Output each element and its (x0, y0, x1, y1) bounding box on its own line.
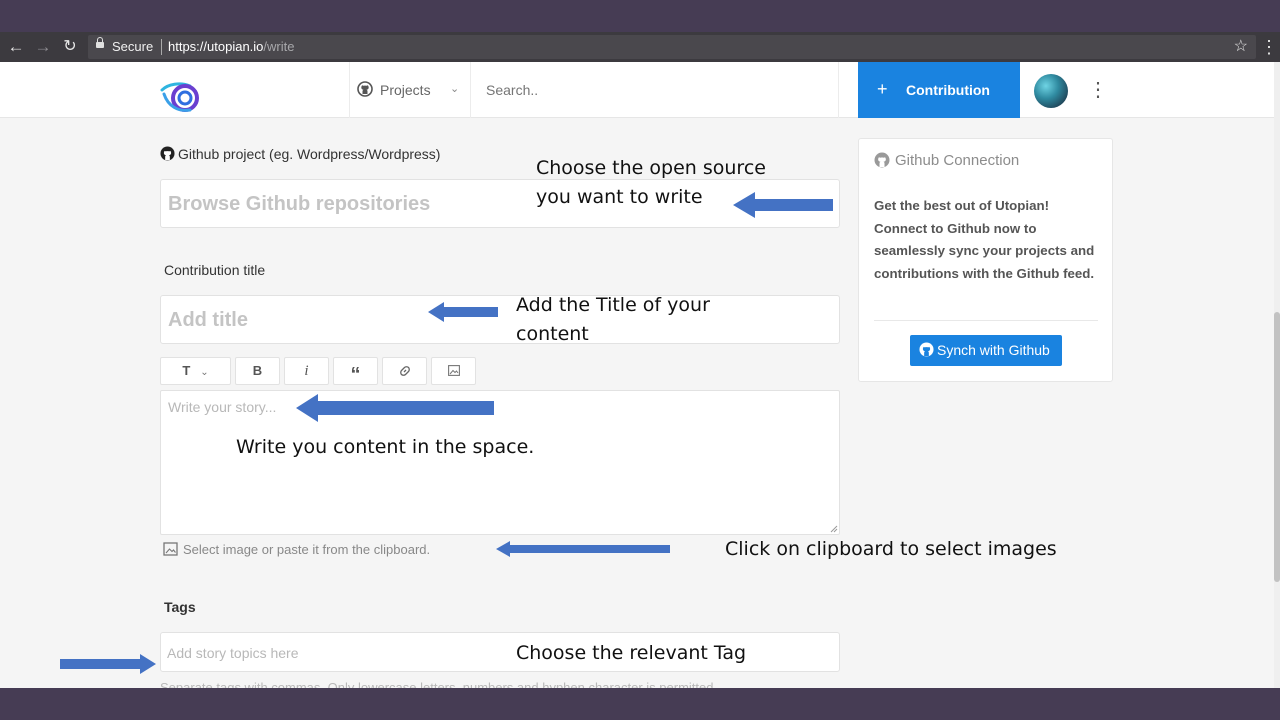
card-divider (874, 320, 1098, 321)
arrow-left-icon (296, 394, 494, 422)
sync-label: Synch with Github (937, 342, 1050, 358)
arrow-left-icon (733, 192, 833, 218)
github-icon (357, 81, 373, 97)
upload-hint-text: Select image or paste it from the clipbo… (183, 542, 431, 557)
browser-menu-icon[interactable]: ⋮ (1260, 37, 1278, 57)
reload-icon[interactable]: ↻ (60, 37, 80, 57)
github-repository-placeholder: Browse Github repositories (168, 193, 431, 215)
image-icon (163, 542, 178, 556)
search-input[interactable] (486, 82, 826, 98)
url-text: https://utopian.io/write (168, 39, 294, 54)
header-divider (838, 62, 839, 118)
url-path: /write (263, 39, 295, 54)
bookmark-star-icon[interactable]: ☆ (1234, 36, 1248, 56)
more-options-icon[interactable]: ⋮ (1088, 78, 1108, 102)
forward-icon[interactable]: → (33, 37, 53, 57)
url-host: https://utopian.io (168, 39, 264, 54)
back-icon[interactable]: ← (6, 37, 26, 57)
url-divider (161, 39, 162, 55)
arrow-left-icon (428, 302, 498, 322)
resize-handle-icon[interactable] (830, 525, 838, 533)
image-icon (447, 365, 460, 376)
arrow-left-icon (496, 541, 670, 557)
github-connection-title: Github Connection (895, 152, 1020, 169)
github-icon (874, 152, 890, 168)
page: Projects ⌄ + Contribution ⋮ Github proje… (0, 62, 1280, 688)
annotation-title: Add the Title of your content (516, 294, 710, 345)
github-icon (919, 342, 934, 357)
annotation-tag: Choose the relevant Tag (516, 642, 747, 664)
sync-with-github-button[interactable]: Synch with Github (910, 335, 1062, 366)
upload-image-link[interactable]: Select image or paste it from the clipbo… (163, 542, 430, 557)
italic-button[interactable]: i (284, 357, 329, 385)
bottom-frame-strip (0, 688, 1280, 720)
tags-placeholder: Add story topics here (167, 645, 299, 661)
projects-label: Projects (380, 82, 431, 98)
image-button[interactable] (431, 357, 476, 385)
lock-icon (96, 37, 104, 48)
secure-label: Secure (112, 39, 154, 54)
top-frame-strip (0, 0, 1280, 32)
story-placeholder: Write your story... (168, 399, 277, 415)
chevron-down-icon: ⌄ (450, 83, 460, 95)
github-connection-description: Get the best out of Utopian! Connect to … (874, 198, 1095, 282)
tags-label: Tags (164, 599, 196, 615)
annotation-clipboard: Click on clipboard to select images (725, 538, 1057, 560)
contribution-label: Contribution (906, 82, 990, 98)
chevron-down-icon: ⌄ (200, 367, 209, 378)
arrow-right-icon (60, 654, 156, 674)
github-project-label: Github project (eg. Wordpress/Wordpress) (178, 146, 441, 162)
quote-button[interactable]: “ (333, 357, 378, 386)
github-connection-card: Github Connection Get the best out of Ut… (858, 138, 1113, 382)
contribution-title-label: Contribution title (164, 262, 266, 278)
text-size-button[interactable]: T ⌄ (160, 357, 231, 385)
utopian-logo[interactable] (160, 80, 200, 114)
projects-dropdown[interactable]: Projects ⌄ (349, 62, 471, 118)
plus-icon: + (877, 79, 888, 99)
title-placeholder: Add title (168, 309, 248, 331)
annotation-content: Write you content in the space. (236, 436, 535, 458)
text-size-icon: T (182, 363, 191, 378)
address-bar[interactable]: Secure https://utopian.io/write ☆ (88, 35, 1256, 59)
browser-toolbar: ← → ↻ Secure https://utopian.io/write ☆ … (0, 32, 1280, 62)
contribution-button[interactable]: + Contribution (858, 62, 1020, 118)
bold-button[interactable]: B (235, 357, 280, 385)
link-icon (399, 366, 410, 376)
github-icon (160, 146, 175, 161)
story-editor[interactable]: Write your story... (160, 390, 840, 535)
avatar[interactable] (1034, 74, 1068, 108)
site-header: Projects ⌄ + Contribution ⋮ (0, 62, 1274, 118)
tags-help-text: Separate tags with commas. Only lowercas… (160, 680, 718, 688)
scrollbar-thumb[interactable] (1274, 312, 1280, 582)
link-button[interactable] (382, 357, 427, 385)
